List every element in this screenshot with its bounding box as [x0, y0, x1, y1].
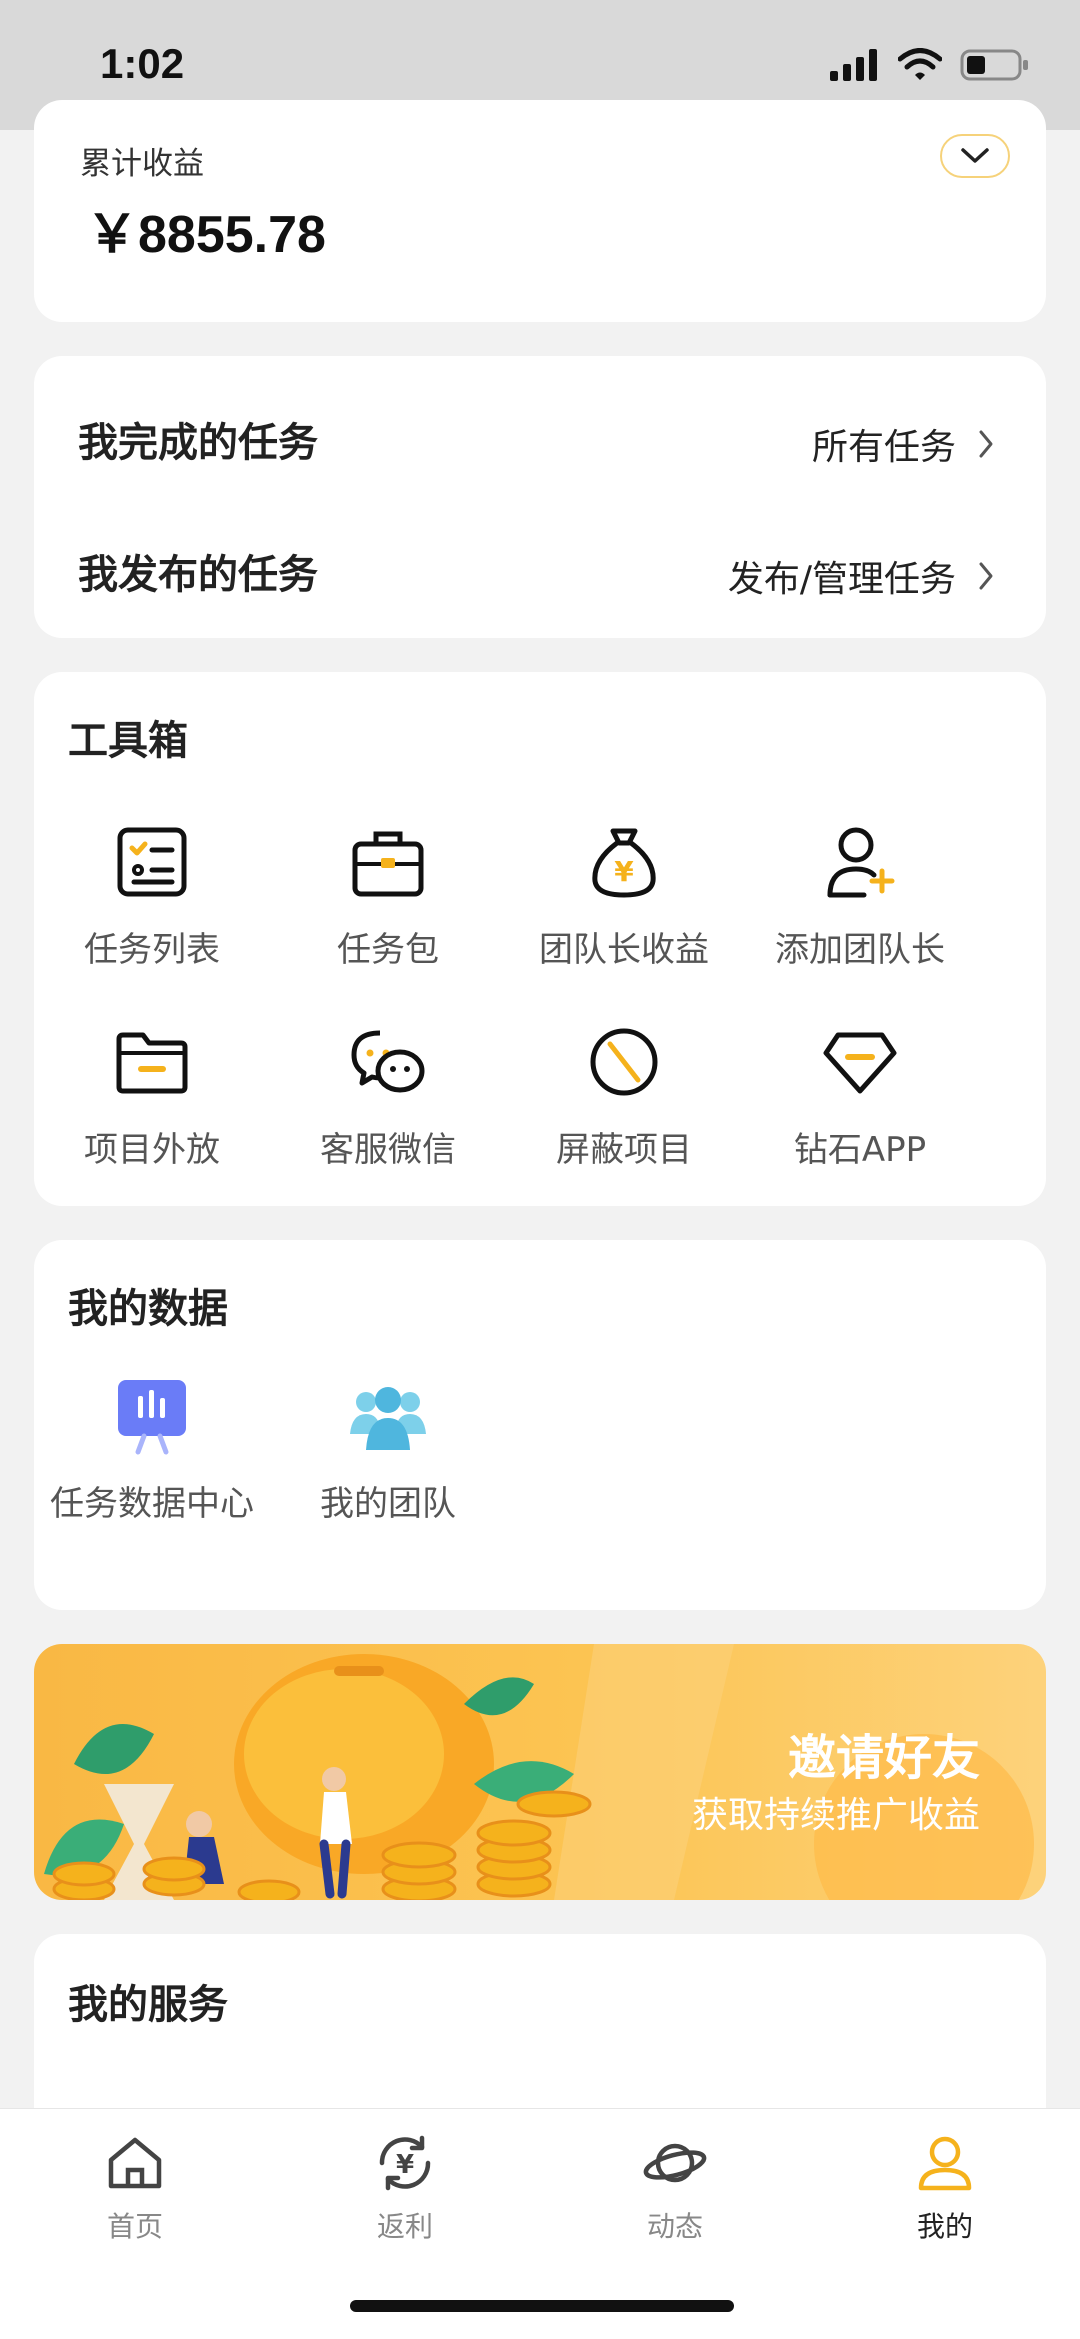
tool-task-list[interactable]: 任务列表	[34, 822, 270, 971]
data-center-item[interactable]: 任务数据中心	[34, 1376, 270, 1525]
my-team-item[interactable]: 我的团队	[270, 1376, 506, 1525]
status-time: 1:02	[100, 40, 185, 87]
tool-task-package[interactable]: 任务包	[270, 822, 506, 971]
banner-subtitle: 获取持续推广收益	[691, 1795, 980, 1836]
wifi-icon	[898, 48, 942, 80]
tool-label: 客服微信	[320, 1130, 456, 1170]
tool-add-leader[interactable]: 添加团队长	[742, 822, 978, 971]
tool-label: 团队长收益	[539, 930, 709, 970]
tool-label: 添加团队长	[775, 930, 945, 970]
briefcase-icon	[352, 831, 424, 897]
tool-leader-earnings[interactable]: ¥ 团队长收益	[506, 822, 742, 971]
tab-feed[interactable]: 动态	[540, 2131, 810, 2245]
completed-tasks-row[interactable]: 我完成的任务 所有任务	[34, 384, 1046, 484]
tool-block-project[interactable]: 屏蔽项目	[506, 1022, 742, 1171]
home-icon	[108, 2137, 162, 2189]
tool-label: 屏蔽项目	[556, 1130, 692, 1170]
toolbox-card: 工具箱 任务列表 任务包 ¥ 团队长收益 添加团队长 项目外放 客服微信 屏蔽项…	[34, 672, 1046, 1206]
add-user-icon	[827, 827, 895, 898]
planet-icon	[643, 2143, 707, 2183]
published-tasks-row[interactable]: 我发布的任务 发布/管理任务	[34, 516, 1046, 616]
chevron-down-icon	[961, 148, 989, 163]
tool-diamond-app[interactable]: 钻石APP	[742, 1022, 978, 1171]
tool-label: 任务列表	[84, 930, 220, 970]
manage-tasks-label: 发布/管理任务	[727, 559, 956, 600]
profile-icon	[918, 2136, 972, 2191]
team-icon	[350, 1387, 426, 1450]
my-services-title: 我的服务	[68, 1982, 228, 2028]
earnings-label: 累计收益	[80, 146, 204, 182]
money-bag-icon: ¥	[592, 828, 656, 898]
tab-rebate[interactable]: ¥ 返利	[270, 2131, 540, 2245]
svg-text:¥: ¥	[614, 855, 634, 888]
signal-icon	[830, 49, 877, 81]
tab-home[interactable]: 首页	[0, 2131, 270, 2245]
all-tasks-label: 所有任务	[811, 427, 956, 468]
tool-label: 项目外放	[84, 1130, 220, 1170]
toolbox-title: 工具箱	[68, 718, 188, 764]
svg-text:¥: ¥	[396, 2150, 414, 2180]
tab-profile[interactable]: 我的	[810, 2131, 1080, 2245]
my-team-label: 我的团队	[320, 1484, 456, 1524]
rebate-icon: ¥	[379, 2135, 431, 2191]
tab-label: 首页	[106, 2210, 163, 2243]
invite-banner[interactable]: 邀请好友 获取持续推广收益	[34, 1644, 1046, 1900]
tool-support-wechat[interactable]: 客服微信	[270, 1022, 506, 1171]
banner-title: 邀请好友	[787, 1730, 980, 1786]
data-board-icon	[118, 1380, 186, 1455]
status-icons	[830, 48, 1030, 82]
tool-label: 钻石APP	[793, 1130, 927, 1170]
wechat-icon	[351, 1030, 425, 1093]
chevron-right-icon	[979, 430, 993, 458]
tasks-card: 我完成的任务 所有任务 我发布的任务 发布/管理任务	[34, 356, 1046, 638]
tab-label: 我的	[916, 2210, 973, 2243]
all-tasks-link[interactable]: 所有任务	[812, 418, 994, 470]
my-data-title: 我的数据	[68, 1286, 228, 1332]
checklist-icon	[117, 827, 187, 897]
chevron-right-icon	[979, 562, 993, 590]
earnings-card: 累计收益 ￥8855.78	[34, 100, 1046, 322]
tab-label: 返利	[376, 2210, 433, 2243]
diamond-icon	[823, 1032, 897, 1094]
block-icon	[590, 1028, 658, 1096]
home-indicator[interactable]	[350, 2300, 734, 2312]
my-data-card: 我的数据 任务数据中心 我的团队	[34, 1240, 1046, 1610]
data-center-label: 任务数据中心	[50, 1484, 254, 1524]
collapse-button[interactable]	[940, 134, 1010, 178]
earnings-value: ￥8855.78	[86, 206, 326, 264]
battery-icon	[960, 49, 1028, 81]
folder-icon	[116, 1032, 188, 1094]
manage-tasks-link[interactable]: 发布/管理任务	[728, 550, 994, 602]
published-tasks-title: 我发布的任务	[78, 552, 318, 598]
tab-label: 动态	[646, 2210, 703, 2243]
completed-tasks-title: 我完成的任务	[78, 420, 318, 466]
tool-project-outsource[interactable]: 项目外放	[34, 1022, 270, 1171]
tool-label: 任务包	[337, 930, 439, 970]
